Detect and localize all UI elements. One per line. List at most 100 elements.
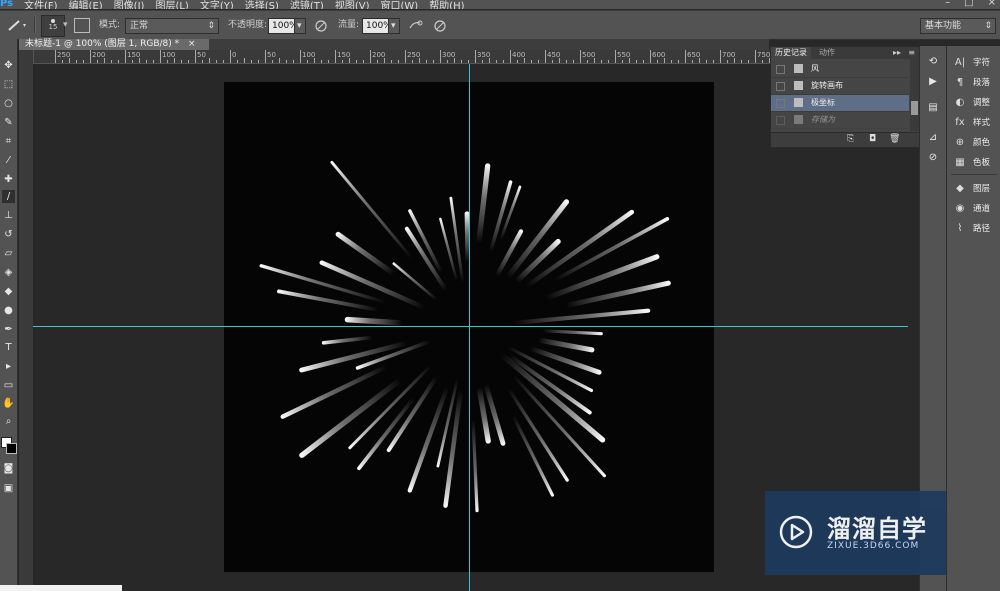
panel-menu-icon[interactable]: ≡ bbox=[904, 47, 919, 59]
history-state-label: 存储为 bbox=[811, 115, 835, 124]
history-state-row-selected[interactable]: 极坐标 bbox=[771, 95, 909, 112]
history-brush-tool-icon[interactable]: ↺ bbox=[2, 228, 15, 241]
menu-item[interactable]: 帮助(H) bbox=[429, 0, 464, 9]
panel-item-6[interactable]: ◆ 图层 bbox=[947, 180, 1000, 198]
close-tab-icon[interactable]: × bbox=[188, 39, 196, 49]
ruler-tick bbox=[503, 60, 504, 63]
clone-stamp-tool-icon[interactable]: ⊥ bbox=[2, 209, 15, 222]
ruler-tick bbox=[657, 60, 658, 63]
panel-item-1[interactable]: ¶ 段落 bbox=[947, 74, 1000, 92]
history-brush-source-checkbox[interactable] bbox=[776, 82, 785, 91]
blur-tool-icon[interactable]: ◆ bbox=[2, 285, 15, 298]
quick-mask-icon[interactable]: ◙ bbox=[2, 462, 15, 475]
menu-item[interactable]: 选择(S) bbox=[245, 0, 279, 9]
brush-tool-preset[interactable] bbox=[6, 17, 28, 33]
hand-tool-icon[interactable]: ✋ bbox=[2, 397, 15, 410]
menu-item[interactable]: 视图(V) bbox=[335, 0, 370, 9]
chevron-down-icon[interactable]: ▾ bbox=[63, 17, 68, 33]
maximize-button[interactable]: □ bbox=[964, 0, 973, 8]
history-brush-source-checkbox[interactable] bbox=[776, 65, 785, 74]
menu-item[interactable]: 图像(I) bbox=[114, 0, 145, 9]
history-scrollbar[interactable] bbox=[910, 59, 919, 131]
healing-brush-tool-icon[interactable]: ✚ bbox=[2, 173, 15, 186]
eraser-tool-icon[interactable]: ▱ bbox=[2, 247, 15, 260]
brush-size-picker[interactable]: 15 bbox=[41, 15, 65, 37]
ruler-origin[interactable] bbox=[19, 50, 33, 63]
eyedropper-tool-icon[interactable]: ⁄ bbox=[2, 154, 15, 167]
menu-item[interactable]: 滤镜(T) bbox=[290, 0, 324, 9]
path-selection-tool-icon[interactable]: ▸ bbox=[2, 360, 15, 373]
tab-history[interactable]: 历史记录 bbox=[771, 47, 811, 59]
horizontal-guide[interactable] bbox=[33, 326, 908, 327]
panel-item-4[interactable]: ⊕ 颜色 bbox=[947, 134, 1000, 152]
new-snapshot-icon[interactable]: ◘ bbox=[869, 134, 876, 144]
delete-state-icon[interactable]: 🗑 bbox=[889, 134, 900, 144]
crop-tool-icon[interactable]: ⌗ bbox=[2, 135, 15, 148]
history-state-row-undone[interactable]: 存储为 bbox=[771, 112, 909, 129]
panel-item-3[interactable]: fx 样式 bbox=[947, 114, 1000, 132]
opacity-dropdown[interactable]: ▾ bbox=[294, 18, 306, 34]
background-color-swatch[interactable] bbox=[6, 443, 17, 454]
ruler-tick bbox=[545, 50, 546, 63]
rectangle-tool-icon[interactable]: ▭ bbox=[2, 379, 15, 392]
ruler-tick bbox=[265, 50, 266, 63]
paint-bucket-tool-icon[interactable]: ◈ bbox=[2, 266, 15, 279]
history-state-row[interactable]: 风 bbox=[771, 61, 909, 78]
panel-item-2[interactable]: ◐ 调整 bbox=[947, 94, 1000, 112]
history-panel-icon[interactable]: ⟲ bbox=[926, 56, 940, 68]
marquee-tool-icon[interactable]: ⬚ bbox=[2, 78, 15, 91]
brush-tool-icon[interactable]: / bbox=[2, 190, 15, 203]
panel-item-8[interactable]: ⌇ 路径 bbox=[947, 220, 1000, 238]
collapse-panel-icon[interactable]: ▸▸ bbox=[889, 47, 905, 59]
panel-item-5[interactable]: ▦ 色板 bbox=[947, 154, 1000, 172]
type-tool-icon[interactable]: T bbox=[2, 341, 15, 354]
ruler-tick bbox=[482, 60, 483, 63]
firework-streak bbox=[525, 209, 635, 288]
pressure-opacity-icon[interactable] bbox=[314, 17, 328, 33]
info-panel-icon[interactable]: ▤ bbox=[926, 102, 940, 114]
screen-mode-icon[interactable]: ▣ bbox=[2, 482, 15, 495]
scrollbar-thumb[interactable] bbox=[911, 101, 918, 115]
chevron-updown-icon: ⇕ bbox=[984, 21, 992, 31]
pressure-size-icon[interactable] bbox=[433, 17, 447, 33]
panel-item-7[interactable]: ◉ 通道 bbox=[947, 200, 1000, 218]
workspace-select[interactable]: 基本功能 ⇕ bbox=[920, 18, 996, 34]
clone-source-panel-icon[interactable]: ⊘ bbox=[926, 152, 940, 164]
ruler-tick bbox=[160, 50, 161, 63]
menu-item[interactable]: 编辑(E) bbox=[69, 0, 103, 9]
menu-item[interactable]: 窗口(W) bbox=[380, 0, 418, 9]
vertical-guide[interactable] bbox=[469, 64, 470, 591]
menu-item[interactable]: 文件(F) bbox=[24, 0, 58, 9]
airbrush-icon[interactable] bbox=[408, 17, 424, 33]
move-tool-icon[interactable]: ✥ bbox=[2, 59, 15, 72]
tab-strip bbox=[209, 39, 769, 50]
brush-presets-panel-icon[interactable]: ⊿ bbox=[926, 132, 940, 144]
history-panel: 历史记录 动作 ▸▸ ≡ 风 旋转画布 极坐标 存储为 ⎘ ◘ 🗑 bbox=[770, 46, 920, 148]
zoom-tool-icon[interactable]: ⌕ bbox=[2, 415, 15, 428]
ruler-tick bbox=[615, 50, 616, 63]
pen-tool-icon[interactable]: ✒ bbox=[2, 323, 15, 336]
history-brush-source-checkbox[interactable] bbox=[776, 99, 785, 108]
ruler-tick bbox=[90, 50, 91, 63]
close-window-button[interactable]: × bbox=[988, 0, 996, 8]
actions-panel-icon[interactable]: ▶ bbox=[926, 76, 940, 88]
menu-item[interactable]: 文字(Y) bbox=[200, 0, 234, 9]
quick-select-tool-icon[interactable]: ✎ bbox=[2, 116, 15, 129]
brush-panel-toggle-icon[interactable] bbox=[74, 18, 90, 33]
panel-item-0[interactable]: A| 字符 bbox=[947, 54, 1000, 72]
menu-item[interactable]: 图层(L) bbox=[155, 0, 188, 9]
dodge-tool-icon[interactable]: ● bbox=[2, 304, 15, 317]
new-document-from-state-icon[interactable]: ⎘ bbox=[847, 134, 854, 144]
history-state-row[interactable]: 旋转画布 bbox=[771, 78, 909, 95]
document-tab[interactable]: 未标题-1 @ 100% (图层 1, RGB/8) * × bbox=[19, 39, 209, 50]
lasso-tool-icon[interactable]: ○ bbox=[2, 97, 15, 110]
mode-select[interactable]: 正常 ⇕ bbox=[125, 18, 219, 34]
minimize-button[interactable]: – bbox=[945, 0, 950, 8]
ruler-tick bbox=[538, 60, 539, 63]
ruler-tick bbox=[601, 60, 602, 63]
history-brush-source-checkbox[interactable] bbox=[776, 116, 785, 125]
ruler-tick bbox=[566, 60, 567, 63]
tab-actions[interactable]: 动作 bbox=[815, 47, 839, 59]
flow-dropdown[interactable]: ▾ bbox=[388, 18, 400, 34]
panel-icon: ◐ bbox=[955, 97, 965, 108]
